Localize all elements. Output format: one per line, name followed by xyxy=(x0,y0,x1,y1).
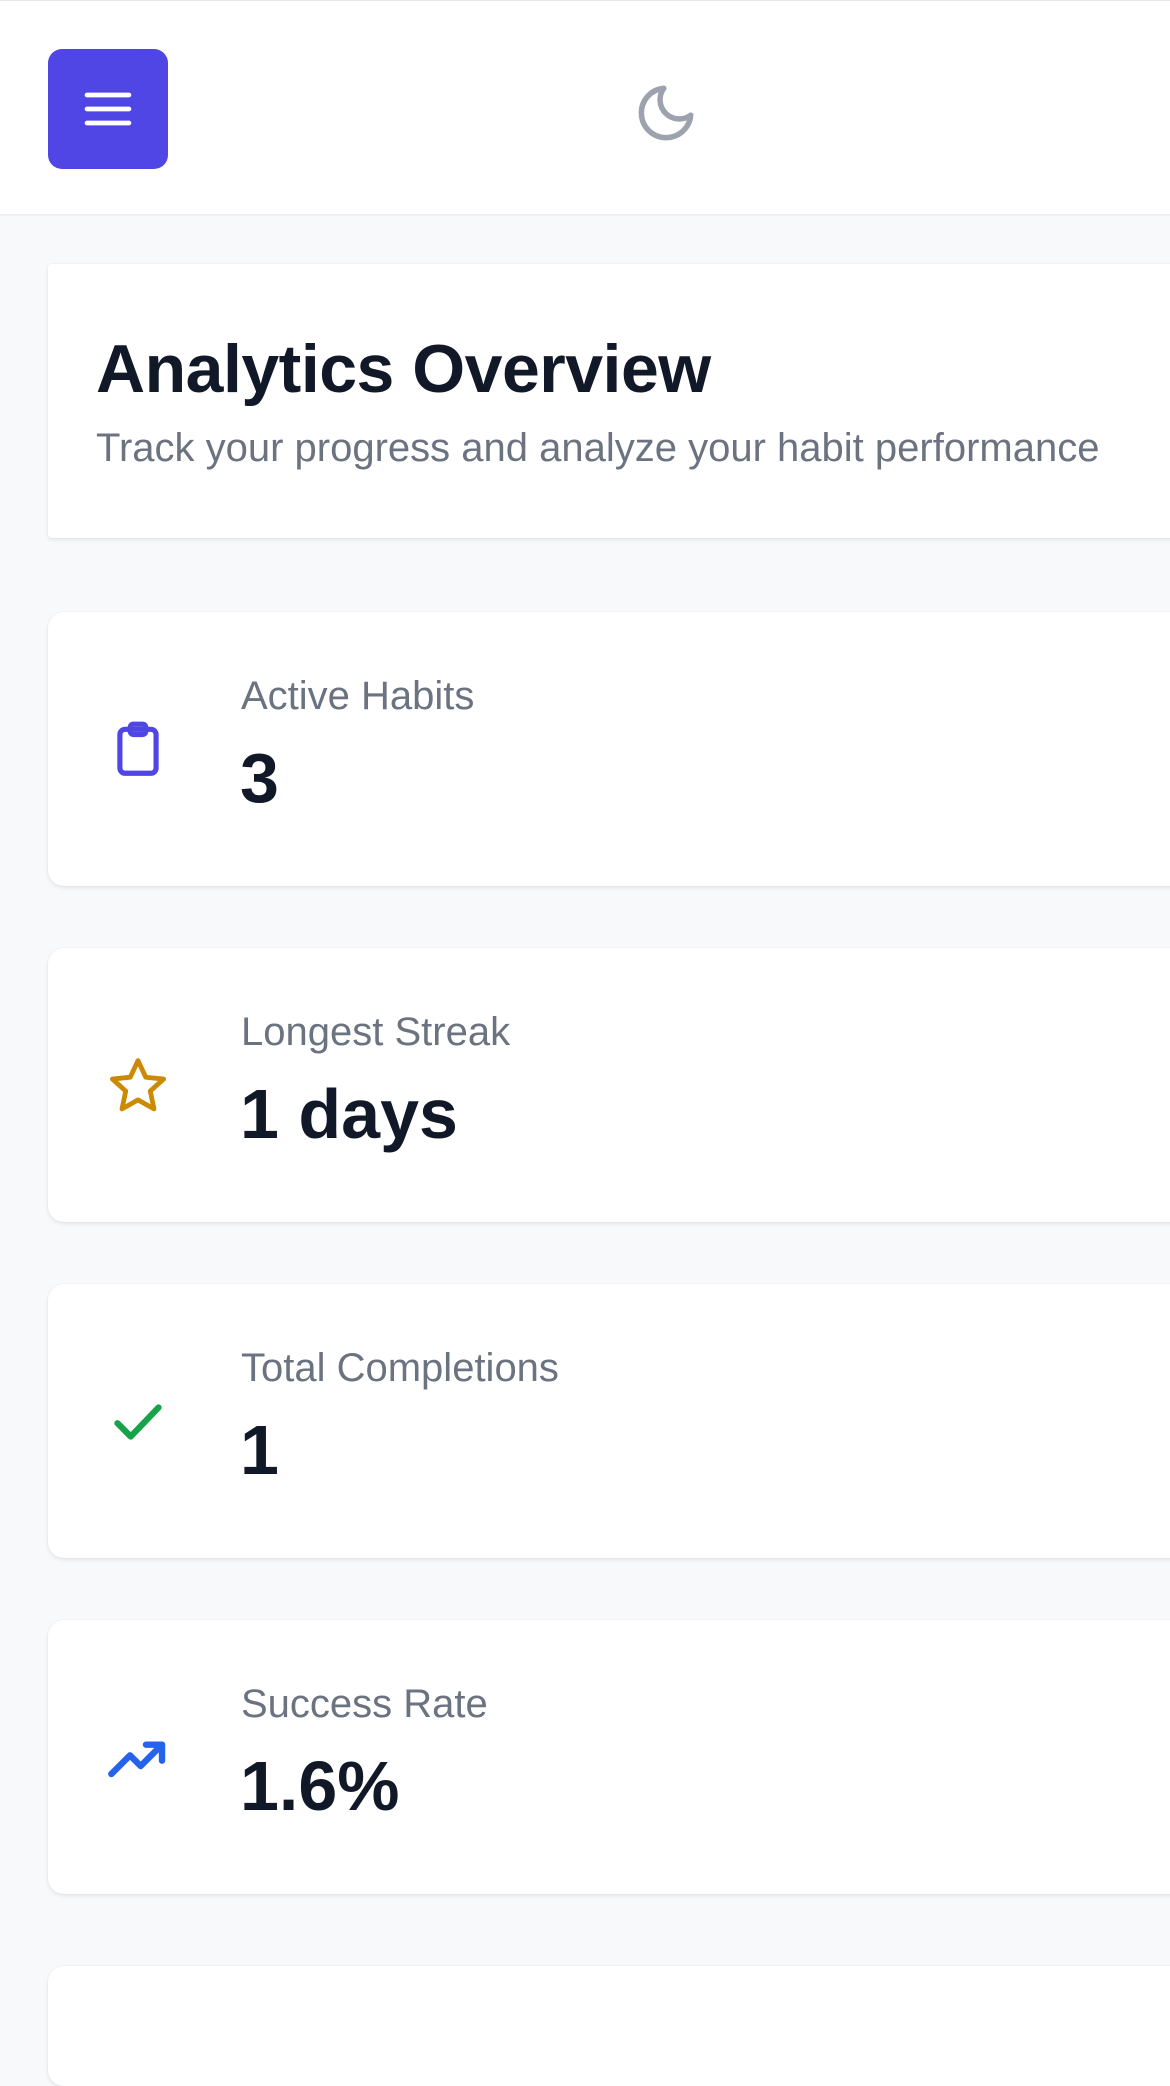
stat-value: 1 days xyxy=(240,1075,458,1153)
next-card xyxy=(48,1966,1170,2086)
menu-button[interactable] xyxy=(48,49,168,169)
stat-label: Longest Streak xyxy=(241,1010,511,1054)
stat-card-active-habits: Active Habits 3 xyxy=(48,612,1170,886)
page-title: Analytics Overview xyxy=(96,331,711,407)
stat-value: 3 xyxy=(240,739,279,817)
clipboard-icon xyxy=(106,718,170,782)
hamburger-menu-icon xyxy=(84,92,132,126)
stat-card-total-completions: Total Completions 1 xyxy=(48,1284,1170,1558)
stat-card-longest-streak: Longest Streak 1 days xyxy=(48,948,1170,1222)
top-bar xyxy=(0,0,1170,216)
page-subtitle: Track your progress and analyze your hab… xyxy=(96,426,1100,470)
trending-up-icon xyxy=(106,1726,170,1790)
stat-label: Total Completions xyxy=(241,1346,559,1390)
moon-icon xyxy=(638,85,694,141)
stat-value: 1.6% xyxy=(240,1747,400,1825)
stat-label: Success Rate xyxy=(241,1682,488,1726)
check-icon xyxy=(106,1390,170,1454)
theme-toggle-button[interactable] xyxy=(628,75,704,151)
stat-card-success-rate: Success Rate 1.6% xyxy=(48,1620,1170,1894)
star-icon xyxy=(106,1054,170,1118)
stat-label: Active Habits xyxy=(241,674,475,718)
stat-value: 1 xyxy=(240,1411,279,1489)
page-header-card: Analytics Overview Track your progress a… xyxy=(48,264,1170,538)
